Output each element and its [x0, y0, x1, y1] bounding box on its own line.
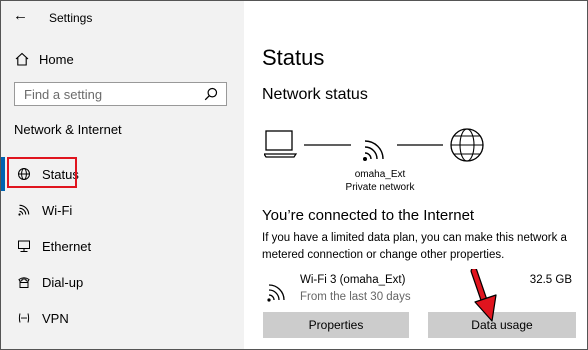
properties-button[interactable]: Properties — [263, 312, 409, 338]
network-diagram — [264, 128, 484, 162]
sidebar-item-label: VPN — [42, 310, 69, 326]
sidebar-item-ethernet[interactable]: Ethernet — [1, 230, 244, 262]
network-status-heading: Network status — [262, 86, 368, 103]
network-name: omaha_Ext — [354, 169, 406, 180]
page-title: Status — [262, 45, 325, 70]
ethernet-icon — [15, 239, 33, 253]
back-arrow-icon[interactable]: ← — [13, 7, 28, 24]
internet-globe-icon — [450, 128, 484, 162]
dialup-icon — [15, 275, 33, 289]
home-label: Home — [39, 51, 74, 67]
search-placeholder: Find a setting — [24, 86, 103, 102]
sidebar-item-label: Wi-Fi — [42, 202, 73, 218]
sidebar: ← Settings Home Find a setting Network &… — [1, 1, 244, 349]
usage-period: From the last 30 days — [300, 291, 411, 303]
home-icon — [15, 52, 29, 66]
wifi-icon — [15, 203, 33, 217]
main-pane: Status Network status omaha_Ext Private … — [244, 1, 587, 349]
connected-heading: You’re connected to the Internet — [262, 207, 475, 224]
sidebar-item-label: Dial-up — [42, 274, 84, 290]
status-highlight-annotation — [7, 157, 77, 188]
sidebar-item-wifi[interactable]: Wi-Fi — [1, 194, 244, 226]
section-title: Network & Internet — [14, 122, 122, 137]
search-icon[interactable] — [204, 87, 218, 101]
data-usage-button[interactable]: Data usage — [428, 312, 576, 338]
data-usage-amount: 32.5 GB — [529, 274, 572, 286]
vpn-icon — [15, 311, 33, 325]
settings-window: ← Settings Home Find a setting Network &… — [0, 0, 588, 350]
window-title: Settings — [49, 11, 93, 25]
sidebar-item-dialup[interactable]: Dial-up — [1, 266, 244, 298]
metered-description: If you have a limited data plan, you can… — [262, 232, 567, 261]
sidebar-item-vpn[interactable]: VPN — [1, 302, 244, 334]
red-arrow-annotation — [470, 269, 497, 322]
computer-icon — [264, 130, 298, 158]
home-nav-item[interactable]: Home — [15, 49, 74, 69]
sidebar-item-label: Ethernet — [42, 238, 92, 254]
network-type: Private network — [345, 182, 415, 193]
connection-name: Wi-Fi 3 (omaha_Ext) — [300, 274, 406, 286]
wifi-router-icon — [363, 140, 384, 161]
wifi-signal-icon — [267, 284, 285, 302]
search-box[interactable]: Find a setting — [14, 82, 227, 106]
